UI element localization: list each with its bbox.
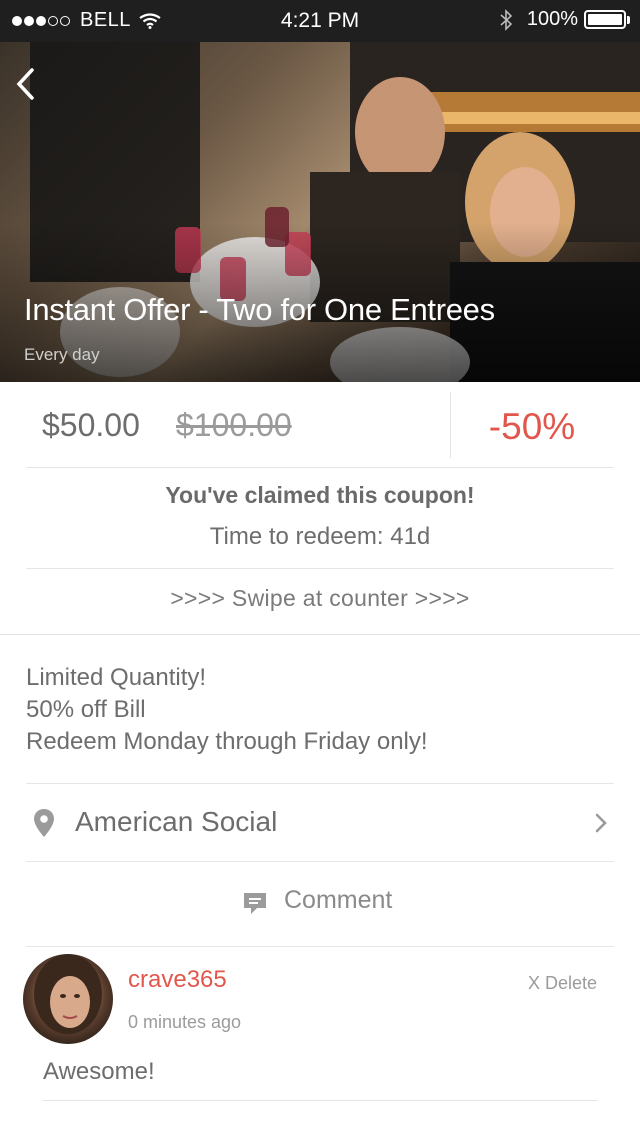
- offer-hero-image: Instant Offer - Two for One Entrees Ever…: [0, 42, 640, 382]
- battery-area: 100%: [499, 8, 630, 31]
- status-bar: BELL 4:21 PM 100%: [0, 0, 640, 42]
- battery-percent: 100%: [526, 8, 578, 30]
- comment-timestamp: 0 minutes ago: [128, 1012, 242, 1032]
- comment-button[interactable]: Comment: [0, 862, 640, 946]
- divider: [26, 568, 614, 569]
- avatar-photo: [34, 954, 102, 1034]
- battery-fill: [588, 14, 622, 25]
- speech-bubble-icon: [244, 893, 266, 914]
- time-to-redeem: Time to redeem: 41d: [209, 523, 431, 550]
- offer-description: Limited Quantity! 50% off Bill Redeem Mo…: [26, 662, 428, 758]
- battery-cap: [627, 15, 630, 24]
- comment-text: Awesome!: [43, 1058, 155, 1085]
- swipe-to-redeem-slider[interactable]: >>>> Swipe at counter >>>>: [0, 585, 640, 612]
- claim-status: You've claimed this coupon!: [165, 482, 475, 508]
- offer-title: Instant Offer - Two for One Entrees: [24, 292, 495, 327]
- bluetooth-icon: [500, 8, 513, 31]
- price-row: $50.00 $100.00 -50%: [26, 382, 614, 468]
- discount-badge: -50%: [488, 406, 576, 447]
- description-line: Redeem Monday through Friday only!: [26, 728, 428, 755]
- description-line: Limited Quantity!: [26, 664, 207, 691]
- location-name: American Social: [75, 806, 278, 837]
- offer-price: $50.00: [42, 407, 140, 443]
- battery-icon: [584, 10, 626, 29]
- divider: [43, 1100, 598, 1101]
- comment-username[interactable]: crave365: [128, 966, 227, 994]
- original-price: $100.00: [176, 407, 292, 443]
- comment-button-label: Comment: [284, 886, 393, 914]
- avatar[interactable]: [23, 954, 113, 1044]
- delete-comment-button[interactable]: X Delete: [528, 973, 597, 994]
- section-divider: [0, 634, 640, 635]
- description-line: 50% off Bill: [26, 696, 146, 723]
- chevron-right-icon: [595, 813, 607, 833]
- divider: [26, 946, 614, 947]
- map-pin-icon: [34, 809, 54, 837]
- offer-schedule: Every day: [24, 345, 100, 364]
- location-row[interactable]: American Social: [26, 784, 614, 861]
- back-chevron-icon[interactable]: [12, 64, 42, 104]
